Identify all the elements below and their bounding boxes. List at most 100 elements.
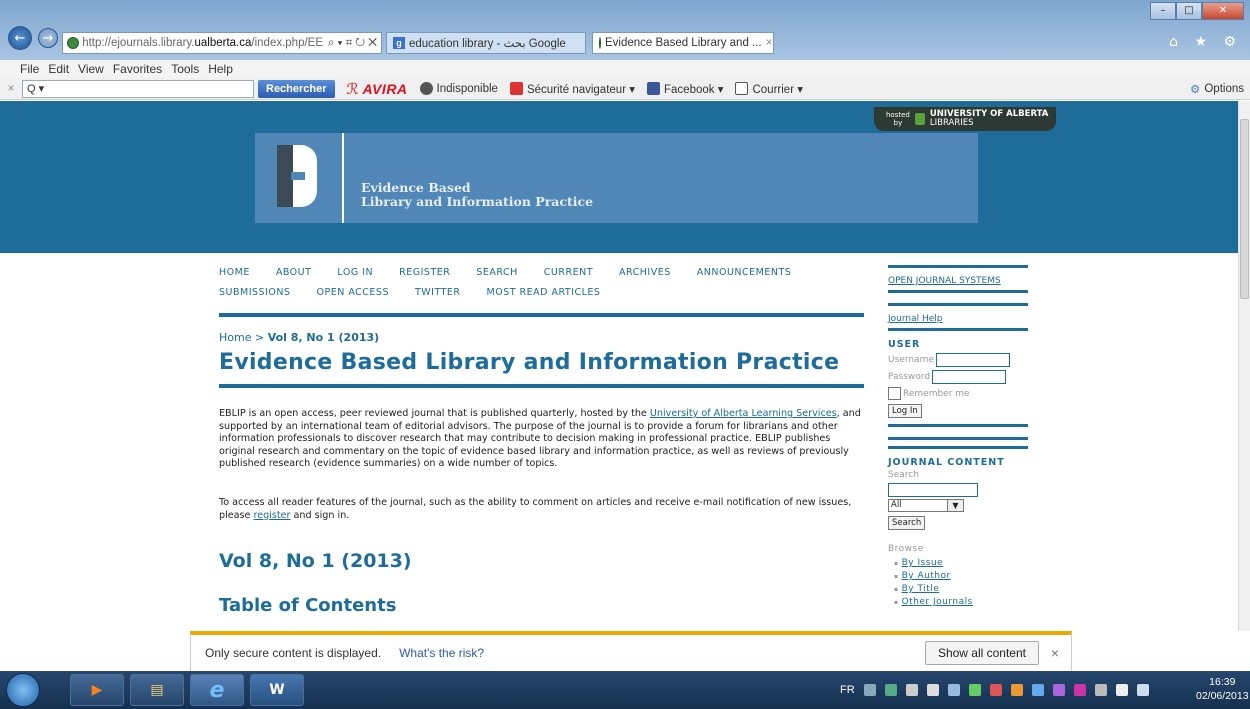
- avira-logo[interactable]: ℛ AVIRA: [347, 80, 408, 98]
- close-icon[interactable]: ×: [1039, 645, 1071, 661]
- menu-help[interactable]: Help: [208, 62, 233, 76]
- page-scrollbar[interactable]: [1238, 101, 1250, 631]
- menu-view[interactable]: View: [78, 62, 104, 76]
- password-label: Password: [888, 372, 931, 382]
- close-window-button[interactable]: ✕: [1202, 2, 1244, 20]
- browse-section: Browse By Issue By Author By Title Other…: [888, 544, 1028, 609]
- minimize-button[interactable]: –: [1150, 2, 1176, 20]
- tray-icon[interactable]: [1031, 684, 1044, 696]
- indisponible-item[interactable]: Indisponible: [419, 82, 498, 95]
- logo-text: Evidence Based Library and Information Pr…: [361, 181, 593, 209]
- maximize-button[interactable]: □: [1176, 2, 1202, 20]
- other-journals-link[interactable]: Other Journals: [894, 596, 1028, 609]
- tab-close-icon[interactable]: ×: [766, 37, 773, 49]
- remember-me-checkbox[interactable]: [888, 387, 901, 400]
- journal-search-button[interactable]: Search: [888, 516, 926, 530]
- courrier-item[interactable]: Courrier ▾: [735, 82, 803, 96]
- bluetooth-icon[interactable]: [947, 684, 960, 696]
- menu-tools[interactable]: Tools: [171, 62, 199, 76]
- mail-icon: [735, 82, 749, 95]
- word-app[interactable]: W: [250, 674, 304, 706]
- hosted-label: hosted: [886, 111, 910, 119]
- nav-current[interactable]: CURRENT: [544, 267, 593, 278]
- address-controls[interactable]: ⌕ ▾ ⌗ ↻ ✕: [328, 37, 381, 50]
- site-nav: HOME ABOUT LOG IN REGISTER SEARCH CURREN…: [219, 267, 864, 307]
- journal-logo[interactable]: Evidence Based Library and Information Pr…: [255, 133, 978, 223]
- nav-home[interactable]: HOME: [219, 267, 250, 278]
- rechercher-button[interactable]: Rechercher: [258, 79, 335, 98]
- securite-item[interactable]: Sécurité navigateur ▾: [509, 82, 635, 96]
- lock-icon: [509, 82, 523, 95]
- forward-button[interactable]: →: [38, 28, 58, 48]
- ie-app[interactable]: e: [190, 674, 244, 706]
- journal-search-input[interactable]: [888, 483, 978, 497]
- browse-by-title-link[interactable]: By Title: [894, 583, 1028, 596]
- ualberta-learning-services-link[interactable]: University of Alberta Learning Services: [650, 408, 837, 419]
- browse-by-author-link[interactable]: By Author: [894, 570, 1028, 583]
- back-button[interactable]: ←: [8, 26, 32, 50]
- nav-about[interactable]: ABOUT: [276, 267, 312, 278]
- logo-line1: Evidence Based: [361, 180, 471, 195]
- toolbar-search-input[interactable]: Q ▾: [22, 79, 254, 98]
- nav-submissions[interactable]: SUBMISSIONS: [219, 287, 290, 298]
- journal-help-link[interactable]: Journal Help: [888, 314, 1028, 324]
- tray-icon[interactable]: [1094, 684, 1107, 696]
- hosted-by-badge[interactable]: hosted by UNIVERSITY OF ALBERTA LIBRARIES: [874, 107, 1056, 131]
- start-button[interactable]: [6, 673, 40, 707]
- title-divider: [219, 384, 864, 388]
- journal-content-heading: JOURNAL CONTENT: [888, 457, 1005, 468]
- show-all-content-button[interactable]: Show all content: [924, 641, 1039, 665]
- clock[interactable]: 16:39 02/06/2013: [1196, 675, 1249, 703]
- explorer-app[interactable]: ▤: [130, 674, 184, 706]
- breadcrumb-home[interactable]: Home: [219, 331, 251, 344]
- nav-login[interactable]: LOG IN: [337, 267, 373, 278]
- login-button[interactable]: Log In: [888, 404, 922, 418]
- nav-announcements[interactable]: ANNOUNCEMENTS: [697, 267, 792, 278]
- browse-by-issue-link[interactable]: By Issue: [894, 557, 1028, 570]
- home-favorites-tools-icons[interactable]: ⌂ ★ ⚙: [1169, 34, 1242, 50]
- window-controls: – □ ✕: [1150, 2, 1244, 20]
- nav-open-access[interactable]: OPEN ACCESS: [316, 287, 389, 298]
- tab-google-search[interactable]: g education library - بحث Google: [386, 32, 586, 54]
- search-scope-select[interactable]: All ▼: [888, 499, 1028, 512]
- tray-icon[interactable]: [1052, 684, 1065, 696]
- media-player-app[interactable]: ▶: [70, 674, 124, 706]
- nav-most-read[interactable]: MOST READ ARTICLES: [487, 287, 601, 298]
- whats-the-risk-link[interactable]: What's the risk?: [399, 646, 484, 660]
- menu-edit[interactable]: Edit: [48, 62, 69, 76]
- windows-taskbar: ▶ ▤ e W FR 16:39 02/06/2013: [0, 671, 1250, 709]
- language-indicator[interactable]: FR: [840, 684, 855, 696]
- tray-icon[interactable]: [884, 684, 897, 696]
- password-input[interactable]: [932, 370, 1007, 384]
- facebook-icon: [647, 82, 660, 95]
- tray-icon[interactable]: [1010, 684, 1023, 696]
- options-label: Options: [1204, 82, 1244, 95]
- ojs-link[interactable]: OPEN JOURNAL SYSTEMS: [888, 276, 1028, 286]
- clock-date: 02/06/2013: [1196, 690, 1249, 702]
- username-input[interactable]: [935, 353, 1010, 367]
- breadcrumb-current[interactable]: Vol 8, No 1 (2013): [268, 331, 379, 344]
- facebook-item[interactable]: Facebook ▾: [647, 82, 723, 96]
- options-button[interactable]: ⚙ Options: [1190, 82, 1250, 96]
- network-icon[interactable]: [1136, 684, 1149, 696]
- tray-icon[interactable]: [968, 684, 981, 696]
- tab-eblip[interactable]: Evidence Based Library and ... ×: [592, 32, 774, 54]
- address-bar[interactable]: http://ejournals.library. ualberta.ca/ind…: [62, 32, 382, 54]
- nav-archives[interactable]: ARCHIVES: [619, 267, 671, 278]
- tray-icon[interactable]: [905, 684, 918, 696]
- volume-icon[interactable]: [1115, 684, 1128, 696]
- hosted-by-text: hosted by: [886, 111, 910, 127]
- menu-bar: File Edit View Favorites Tools Help: [0, 60, 1250, 78]
- scrollbar-thumb[interactable]: [1240, 119, 1249, 299]
- nav-search[interactable]: SEARCH: [476, 267, 517, 278]
- tray-icon[interactable]: [863, 684, 876, 696]
- toolbar-close-icon[interactable]: ×: [0, 83, 22, 95]
- flag-icon[interactable]: [926, 684, 939, 696]
- tray-icon[interactable]: [989, 684, 1002, 696]
- nav-register[interactable]: REGISTER: [399, 267, 450, 278]
- nav-twitter[interactable]: TWITTER: [415, 287, 461, 298]
- menu-favorites[interactable]: Favorites: [113, 62, 162, 76]
- onenote-icon[interactable]: [1073, 684, 1086, 696]
- menu-file[interactable]: File: [20, 62, 39, 76]
- register-link[interactable]: register: [254, 510, 291, 521]
